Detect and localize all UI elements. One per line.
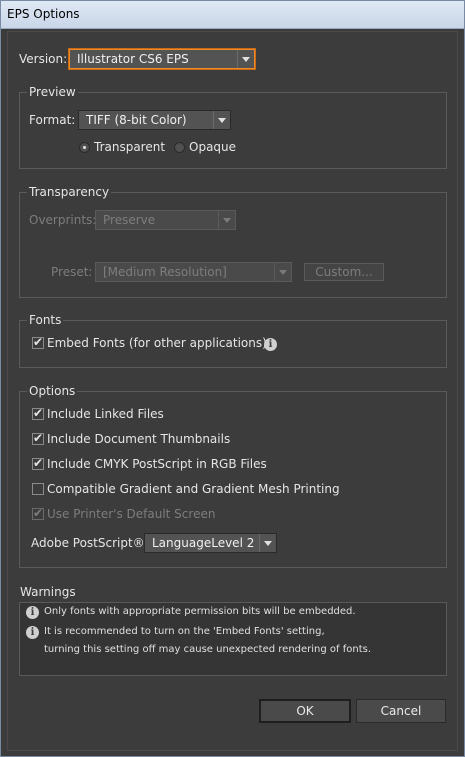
version-label: Version: xyxy=(19,52,68,66)
preset-label: Preset: xyxy=(51,265,93,279)
checkmark-icon: ✔ xyxy=(33,406,44,420)
ok-button[interactable]: OK xyxy=(259,699,351,723)
embed-fonts-label[interactable]: Embed Fonts (for other applications) xyxy=(47,336,267,350)
overprints-label: Overprints: xyxy=(29,213,97,227)
postscript-label: Adobe PostScript®: xyxy=(31,536,149,550)
custom-button[interactable]: Custom... xyxy=(304,263,384,281)
checkmark-icon: ✔ xyxy=(33,431,44,445)
format-dropdown[interactable]: TIFF (8-bit Color) xyxy=(78,110,231,130)
dialog-body: Version: Illustrator CS6 EPS Preview For… xyxy=(7,31,458,751)
checkmark-icon: ✔ xyxy=(33,456,44,470)
warnings-title: Warnings xyxy=(20,585,76,599)
warning-line: turning this setting off may cause unexp… xyxy=(44,644,372,655)
title-bar[interactable]: EPS Options xyxy=(1,1,464,29)
printer-default-screen-checkbox[interactable]: ✔ xyxy=(32,506,44,520)
include-cmyk-checkbox[interactable]: ✔ xyxy=(32,456,44,470)
transparency-group-title: Transparency xyxy=(27,185,112,199)
warning-line: It is recommended to turn on the 'Embed … xyxy=(44,626,325,637)
warnings-box: i Only fonts with appropriate permission… xyxy=(19,602,447,676)
overprints-value: Preserve xyxy=(103,213,156,227)
format-label: Format: xyxy=(29,113,76,127)
compatible-gradient-checkbox[interactable] xyxy=(32,483,44,495)
info-icon: i xyxy=(26,606,39,619)
dialog-title: EPS Options xyxy=(7,7,80,21)
embed-fonts-checkbox[interactable]: ✔ xyxy=(32,335,44,349)
chevron-down-icon xyxy=(259,534,276,552)
fonts-group-title: Fonts xyxy=(27,313,64,327)
include-thumbnails-checkbox[interactable]: ✔ xyxy=(32,431,44,445)
chevron-down-icon xyxy=(213,111,230,129)
transparency-group xyxy=(19,192,447,298)
overprints-dropdown[interactable]: Preserve xyxy=(95,210,236,230)
cancel-button[interactable]: Cancel xyxy=(356,699,446,723)
warning-line: Only fonts with appropriate permission b… xyxy=(44,606,356,617)
preset-dropdown[interactable]: [Medium Resolution] xyxy=(95,262,292,282)
postscript-dropdown[interactable]: LanguageLevel 2 xyxy=(144,533,277,553)
checkmark-icon: ✔ xyxy=(33,506,44,520)
version-dropdown[interactable]: Illustrator CS6 EPS xyxy=(69,49,255,69)
include-cmyk-label[interactable]: Include CMYK PostScript in RGB Files xyxy=(47,457,267,471)
format-value: TIFF (8-bit Color) xyxy=(86,113,187,127)
chevron-down-icon xyxy=(237,50,254,68)
chevron-down-icon xyxy=(274,263,291,281)
preset-value: [Medium Resolution] xyxy=(103,265,227,279)
info-icon: i xyxy=(26,626,39,639)
opaque-label[interactable]: Opaque xyxy=(189,140,236,154)
options-group-title: Options xyxy=(27,384,78,398)
preview-group xyxy=(19,92,447,169)
opaque-radio[interactable] xyxy=(174,142,185,153)
postscript-value: LanguageLevel 2 xyxy=(152,536,255,550)
info-icon[interactable]: i xyxy=(264,338,277,351)
include-thumbnails-label[interactable]: Include Document Thumbnails xyxy=(47,432,230,446)
version-value: Illustrator CS6 EPS xyxy=(77,52,189,66)
eps-options-dialog: EPS Options Version: Illustrator CS6 EPS… xyxy=(0,0,465,757)
checkmark-icon: ✔ xyxy=(33,335,44,349)
transparent-radio[interactable] xyxy=(79,142,90,153)
include-linked-files-checkbox[interactable]: ✔ xyxy=(32,406,44,420)
preview-group-title: Preview xyxy=(27,85,78,99)
printer-default-screen-label: Use Printer's Default Screen xyxy=(47,507,216,521)
chevron-down-icon xyxy=(218,211,235,229)
include-linked-files-label[interactable]: Include Linked Files xyxy=(47,407,164,421)
compatible-gradient-label[interactable]: Compatible Gradient and Gradient Mesh Pr… xyxy=(47,482,340,496)
transparent-label[interactable]: Transparent xyxy=(94,140,165,154)
